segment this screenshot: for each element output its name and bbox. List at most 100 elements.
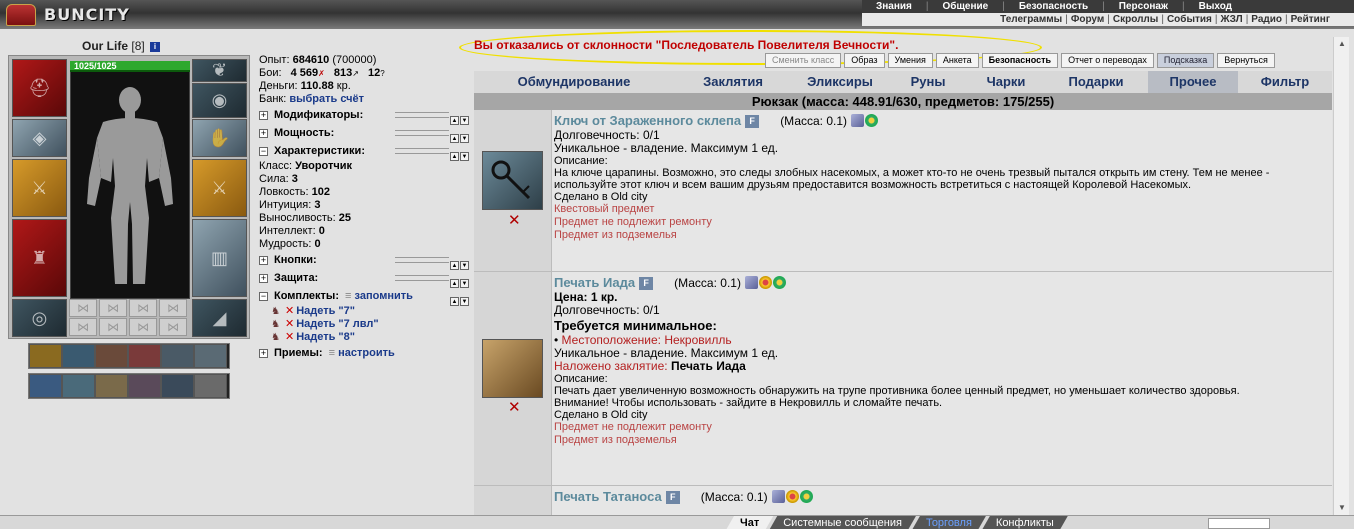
section-modifiers[interactable]: + Модификаторы: ▲ ▼ [259, 106, 469, 125]
trick-icon[interactable] [29, 344, 62, 368]
arrow-up-icon[interactable]: ▲ [450, 297, 459, 306]
trick-icon[interactable] [161, 374, 194, 398]
delete-set-icon[interactable]: ✕ [285, 331, 294, 343]
tab-gifts[interactable]: Подарки [1044, 71, 1148, 93]
back-button[interactable]: Вернуться [1217, 53, 1275, 68]
amulet-slot[interactable]: ❦ [192, 59, 247, 82]
submenu-scrolls[interactable]: Скроллы [1113, 14, 1158, 25]
trick-icon[interactable] [128, 344, 161, 368]
wear-set-link[interactable]: Надеть "8" [296, 331, 355, 343]
profile-button[interactable]: Анкета [935, 53, 979, 68]
helmet-slot[interactable]: ⛑ [12, 59, 67, 117]
tab-trade[interactable]: Торговля [912, 516, 986, 529]
expand-icon[interactable]: + [259, 274, 268, 283]
tab-runes[interactable]: Руны [888, 71, 968, 93]
seal-icon[interactable] [482, 339, 543, 398]
rune-icon[interactable] [785, 490, 799, 503]
menu-exit[interactable]: Выход [1185, 1, 1246, 12]
scroll-up-icon[interactable]: ▲ [1334, 37, 1350, 51]
trick-icon[interactable] [95, 374, 128, 398]
section-defense[interactable]: + Защита: ▲ ▼ [259, 269, 469, 288]
weapon-left-slot[interactable]: ⚔ [12, 159, 67, 217]
hint-button[interactable]: Подсказка [1156, 53, 1215, 68]
delete-item-icon[interactable]: ✕ [508, 211, 521, 229]
expand-icon[interactable]: + [259, 111, 268, 120]
skills-button[interactable]: Умения [887, 53, 933, 68]
section-buttons[interactable]: + Кнопки: ▲ ▼ [259, 251, 469, 270]
collapse-icon[interactable]: − [259, 292, 268, 301]
tab-equipment[interactable]: Обмундирование [474, 71, 674, 93]
empty-slot[interactable]: ⋈ [159, 299, 187, 317]
character-nick[interactable]: Our Life [82, 39, 128, 53]
gloves-slot[interactable]: ✋ [192, 119, 247, 157]
submenu-telegrams[interactable]: Телеграммы [1000, 14, 1062, 25]
tab-chat[interactable]: Чат [726, 516, 773, 529]
submenu-forum[interactable]: Форум [1071, 14, 1104, 25]
trick-icon[interactable] [161, 344, 194, 368]
bracers-slot[interactable]: ◈ [12, 119, 67, 157]
empty-slot[interactable]: ⋈ [129, 299, 157, 317]
trick-icon[interactable] [29, 374, 62, 398]
arrow-down-icon[interactable]: ▼ [460, 152, 469, 161]
f-badge-icon[interactable]: F [665, 491, 680, 504]
info-icon[interactable]: i [150, 42, 161, 52]
tab-spells[interactable]: Заклятия [674, 71, 792, 93]
remember-set-link[interactable]: запомнить [355, 290, 413, 302]
gift-box-icon[interactable] [771, 490, 785, 503]
tab-charms[interactable]: Чарки [968, 71, 1044, 93]
scrollbar[interactable]: ▲ ▼ [1333, 37, 1349, 515]
boots-slot[interactable]: ◢ [192, 299, 247, 337]
trick-icon[interactable] [128, 374, 161, 398]
gift-box-icon[interactable] [851, 114, 865, 127]
menu-knowledge[interactable]: Знания [862, 1, 926, 12]
rune-icon[interactable] [865, 114, 879, 127]
section-sets[interactable]: − Комплекты: ≡ запомнить ▲ ▼ [259, 287, 469, 306]
image-button[interactable]: Образ [844, 53, 885, 68]
submenu-radio[interactable]: Радио [1251, 14, 1282, 25]
menu-security[interactable]: Безопасность [1005, 1, 1102, 12]
arrow-down-icon[interactable]: ▼ [460, 297, 469, 306]
delete-set-icon[interactable]: ✕ [285, 305, 294, 317]
scroll-down-icon[interactable]: ▼ [1334, 501, 1350, 515]
empty-slot[interactable]: ⋈ [129, 318, 157, 336]
bank-select-link[interactable]: выбрать счёт [289, 93, 364, 105]
trick-icon[interactable] [194, 374, 227, 398]
item-name[interactable]: Печать Иада [554, 275, 635, 290]
armor-slot[interactable]: ♜ [12, 219, 67, 297]
expand-icon[interactable]: + [259, 349, 268, 358]
menu-communication[interactable]: Общение [929, 1, 1003, 12]
expand-icon[interactable]: + [259, 256, 268, 265]
submenu-zhzl[interactable]: ЖЗЛ [1220, 14, 1242, 25]
rune-icon[interactable] [799, 490, 813, 503]
rune-icon[interactable] [759, 276, 773, 289]
empty-slot[interactable]: ⋈ [99, 318, 127, 336]
tab-elixirs[interactable]: Эликсиры [792, 71, 888, 93]
empty-slot[interactable]: ⋈ [69, 299, 97, 317]
expand-icon[interactable]: + [259, 129, 268, 138]
gift-box-icon[interactable] [745, 276, 759, 289]
arrow-up-icon[interactable]: ▲ [450, 152, 459, 161]
menu-character[interactable]: Персонаж [1105, 1, 1182, 12]
tab-filter[interactable]: Фильтр [1238, 71, 1332, 93]
change-class-button[interactable]: Сменить класс [765, 53, 842, 68]
f-badge-icon[interactable]: F [639, 277, 654, 290]
ring-slot[interactable]: ◎ [12, 299, 67, 337]
section-characteristics[interactable]: − Характеристики: ▲ ▼ [259, 142, 469, 161]
empty-slot[interactable]: ⋈ [69, 318, 97, 336]
tab-other[interactable]: Прочее [1148, 71, 1238, 93]
empty-slot[interactable]: ⋈ [159, 318, 187, 336]
key-icon[interactable] [482, 151, 543, 210]
chat-input[interactable] [1208, 518, 1270, 529]
security-button[interactable]: Безопасность [981, 53, 1059, 68]
rune-icon[interactable] [773, 276, 787, 289]
tab-conflicts[interactable]: Конфликты [982, 516, 1068, 529]
trick-icon[interactable] [62, 344, 95, 368]
transfers-report-button[interactable]: Отчет о переводах [1061, 53, 1154, 68]
wear-set-link[interactable]: Надеть "7 лвл" [296, 318, 378, 330]
tab-system-messages[interactable]: Системные сообщения [769, 516, 916, 529]
section-techniques[interactable]: + Приемы: ≡ настроить [259, 344, 469, 362]
configure-techniques-link[interactable]: настроить [338, 347, 395, 359]
submenu-events[interactable]: События [1167, 14, 1212, 25]
empty-slot[interactable]: ⋈ [99, 299, 127, 317]
trick-icon[interactable] [194, 344, 227, 368]
